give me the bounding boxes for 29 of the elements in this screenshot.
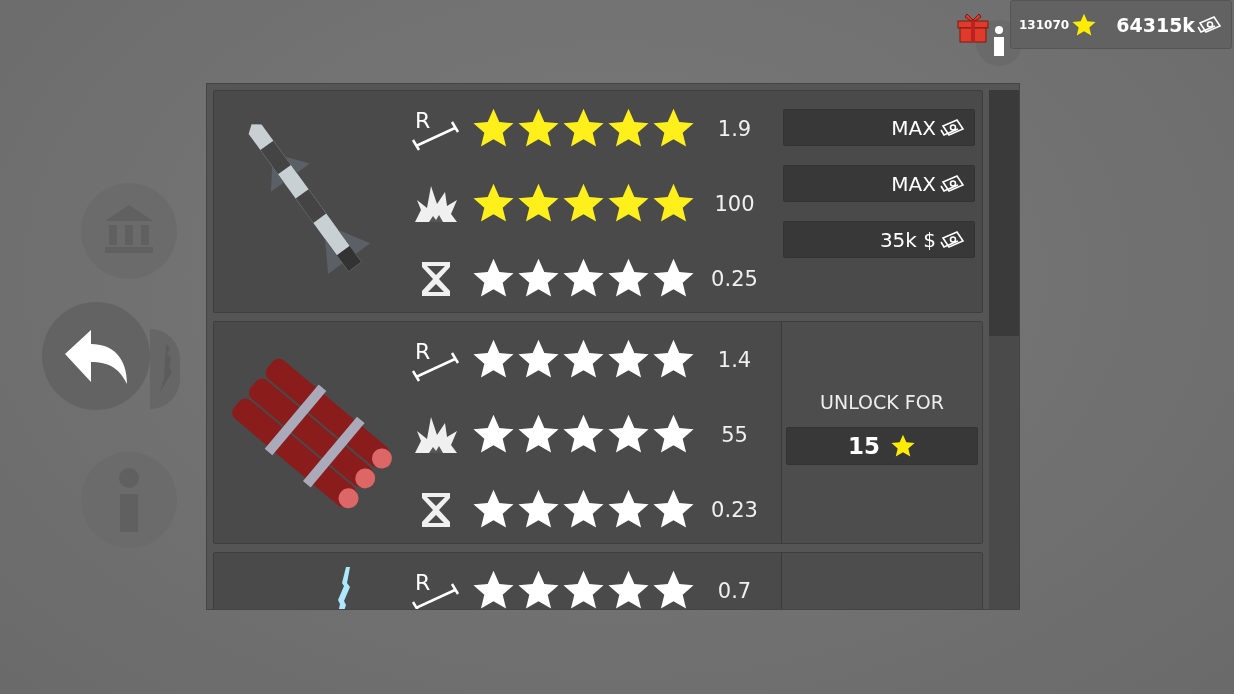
star-icon [516, 568, 561, 609]
star-icon [471, 568, 516, 609]
cash-icon [940, 117, 966, 138]
cash-icon [940, 229, 966, 250]
unlock-price-button[interactable]: 15 [786, 426, 978, 465]
lightning-drawing [335, 567, 350, 609]
stat-value: 55 [720, 422, 749, 447]
stat-value: 100 [713, 191, 756, 216]
unlock-label: UNLOCK FOR [820, 390, 944, 413]
back-arrow-icon [63, 328, 129, 384]
upgrade-button[interactable]: 35k $ [783, 221, 975, 258]
hourglass-icon [419, 490, 453, 529]
star-icon [561, 568, 606, 609]
cash-icon [940, 173, 966, 194]
stat-value: 1.9 [716, 116, 753, 141]
stat-value: 0.23 [710, 497, 759, 522]
upgrade-button[interactable]: MAX [783, 109, 975, 146]
upgrade-button[interactable]: MAX [783, 165, 975, 202]
stat-value: 1.4 [716, 347, 753, 372]
stat-value: 0.25 [710, 266, 759, 291]
stat-value: 0.7 [716, 578, 753, 603]
hourglass-icon [419, 259, 453, 298]
star-total: 131070 [1019, 17, 1070, 32]
star-icon [606, 568, 651, 609]
star-icon [651, 568, 696, 609]
cash-icon [1197, 14, 1223, 35]
cash-total: 64315k [1116, 13, 1195, 36]
scrollbar[interactable] [989, 90, 1019, 609]
info-icon [993, 26, 1005, 56]
